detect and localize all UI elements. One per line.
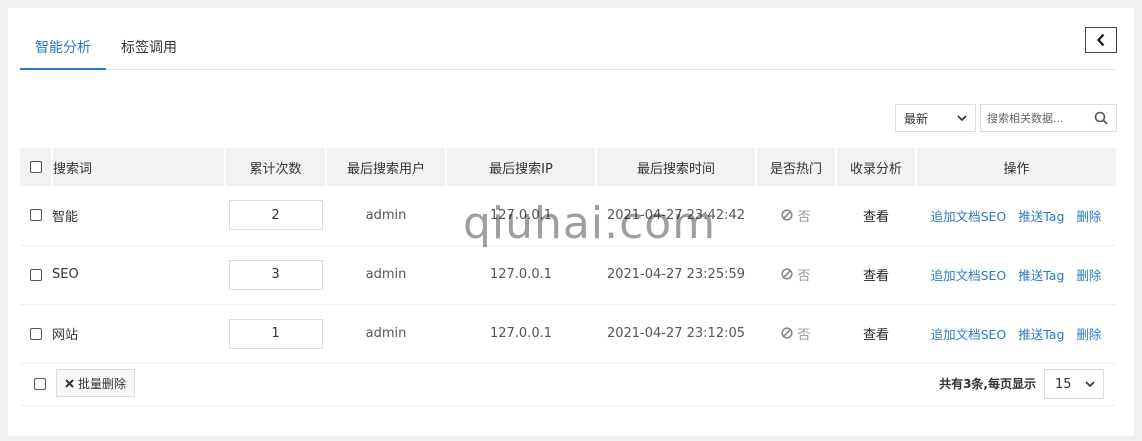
main-panel: 智能分析 标签调用 最新 搜索词 累计次数 <box>8 8 1134 436</box>
page-size-value: 15 <box>1055 376 1072 392</box>
push-tag-link[interactable]: 推送Tag <box>1018 268 1064 283</box>
last-ip: 127.0.0.1 <box>446 304 596 364</box>
search-input[interactable] <box>981 105 1087 131</box>
sort-select[interactable]: 最新 <box>895 104 976 132</box>
footer-select-all-checkbox[interactable] <box>34 378 46 390</box>
view-analysis-link[interactable]: 查看 <box>863 328 889 343</box>
table-row: 智能 admin 127.0.0.1 2021-04-27 23:42:42 否… <box>20 186 1116 246</box>
pagination-summary: 共有3条,每页显示 <box>939 377 1036 391</box>
last-user: admin <box>326 186 446 246</box>
ban-icon <box>781 209 794 221</box>
select-all-checkbox[interactable] <box>29 161 42 173</box>
hot-status-text: 否 <box>797 327 811 343</box>
last-ip: 127.0.0.1 <box>446 245 596 305</box>
search-icon[interactable] <box>1087 105 1115 131</box>
row-checkbox[interactable] <box>30 268 42 281</box>
count-input[interactable] <box>228 259 323 290</box>
chevron-left-icon <box>1096 33 1105 47</box>
chevron-down-icon <box>957 115 967 122</box>
hot-status: 否 <box>781 206 811 225</box>
ban-icon <box>781 268 794 280</box>
close-icon <box>65 378 74 388</box>
add-seo-link[interactable]: 追加文档SEO <box>931 209 1007 224</box>
header-last-time: 最后搜索时间 <box>596 148 757 186</box>
ban-icon <box>781 327 794 339</box>
count-input[interactable] <box>228 200 323 231</box>
header-hot: 是否热门 <box>756 148 837 186</box>
header-last-ip: 最后搜索IP <box>446 148 597 186</box>
header-search-word: 搜索词 <box>52 148 226 186</box>
search-word: 智能 <box>52 186 225 246</box>
push-tag-link[interactable]: 推送Tag <box>1018 327 1064 342</box>
row-checkbox[interactable] <box>30 209 42 222</box>
header-select-all <box>20 148 53 186</box>
header-count: 累计次数 <box>225 148 327 186</box>
table-row: 网站 admin 127.0.0.1 2021-04-27 23:12:05 否… <box>20 304 1116 364</box>
delete-link[interactable]: 删除 <box>1076 268 1101 283</box>
last-time: 2021-04-27 23:12:05 <box>596 304 756 364</box>
search-word: SEO <box>52 245 225 305</box>
chevron-down-icon <box>1085 381 1095 388</box>
delete-link[interactable]: 删除 <box>1076 209 1101 224</box>
count-input[interactable] <box>228 318 323 349</box>
batch-delete-label: 批量删除 <box>78 376 127 391</box>
delete-link[interactable]: 删除 <box>1076 327 1101 342</box>
last-user: admin <box>326 245 446 305</box>
table-footer: 批量删除 共有3条,每页显示 15 <box>20 365 1116 406</box>
tab-bar: 智能分析 标签调用 <box>20 34 1116 70</box>
tab-tag-call[interactable]: 标签调用 <box>106 34 192 70</box>
table-row: SEO admin 127.0.0.1 2021-04-27 23:25:59 … <box>20 245 1116 305</box>
row-checkbox[interactable] <box>30 327 42 340</box>
batch-delete-button[interactable]: 批量删除 <box>56 369 136 397</box>
hot-status-text: 否 <box>797 209 811 225</box>
last-time: 2021-04-27 23:42:42 <box>596 186 756 246</box>
push-tag-link[interactable]: 推送Tag <box>1018 209 1064 224</box>
search-word: 网站 <box>52 304 225 364</box>
tab-smart-analysis[interactable]: 智能分析 <box>20 34 106 70</box>
table-header: 搜索词 累计次数 最后搜索用户 最后搜索IP 最后搜索时间 是否热门 收录分析 … <box>20 148 1116 186</box>
page-size-select[interactable]: 15 <box>1044 369 1104 399</box>
last-user: admin <box>326 304 446 364</box>
add-seo-link[interactable]: 追加文档SEO <box>931 327 1007 342</box>
search-box <box>980 104 1117 132</box>
hot-status: 否 <box>781 265 811 284</box>
last-time: 2021-04-27 23:25:59 <box>596 245 756 305</box>
add-seo-link[interactable]: 追加文档SEO <box>931 268 1007 283</box>
search-words-table: 搜索词 累计次数 最后搜索用户 最后搜索IP 最后搜索时间 是否热门 收录分析 … <box>20 148 1116 364</box>
collapse-button[interactable] <box>1085 27 1117 53</box>
hot-status: 否 <box>781 324 811 343</box>
view-analysis-link[interactable]: 查看 <box>863 269 889 284</box>
view-analysis-link[interactable]: 查看 <box>863 210 889 225</box>
header-actions: 操作 <box>916 148 1116 186</box>
header-last-user: 最后搜索用户 <box>326 148 447 186</box>
hot-status-text: 否 <box>797 268 811 284</box>
last-ip: 127.0.0.1 <box>446 186 596 246</box>
header-analysis: 收录分析 <box>836 148 917 186</box>
sort-select-value: 最新 <box>904 111 929 126</box>
